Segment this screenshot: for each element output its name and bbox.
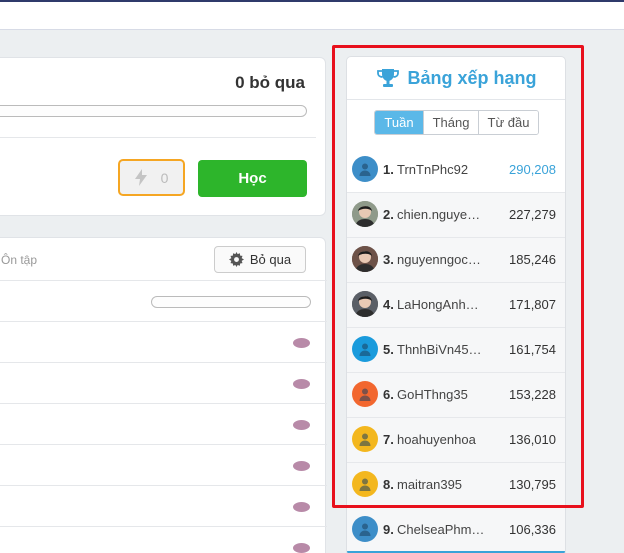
leaderboard-list: 1. TrnTnPhc92 290,208 2. chien.nguye… 227,279… (347, 148, 565, 553)
boost-count: 0 (160, 169, 169, 186)
user-photo-avatar[interactable] (352, 246, 378, 272)
divider (0, 403, 327, 404)
divider (0, 485, 327, 486)
top-bar-accent (0, 0, 624, 2)
leaderboard-username[interactable]: LaHongAnh… (397, 297, 497, 312)
leaderboard-rank: 8. (383, 477, 394, 492)
divider (0, 444, 327, 445)
leaderboard-score: 290,208 (509, 162, 556, 177)
leaderboard-score: 153,228 (509, 387, 556, 402)
user-photo-avatar[interactable] (352, 201, 378, 227)
tab-month[interactable]: Tháng (423, 111, 478, 134)
leaderboard-header: Bảng xếp hạng (347, 57, 565, 99)
progress-card: 0 bỏ qua 0 Học (0, 57, 326, 216)
leaderboard-tabs: Tuần Tháng Từ đầu (374, 110, 539, 135)
leaderboard-title: Bảng xếp hạng (407, 67, 537, 88)
leaderboard-score: 106,336 (509, 522, 556, 537)
top-bar (0, 0, 624, 30)
review-item-dot[interactable] (293, 420, 310, 430)
leaderboard-score: 136,010 (509, 432, 556, 447)
leaderboard-row[interactable]: 6. GoHThng35 153,228 (347, 373, 565, 418)
leaderboard-rank: 7. (383, 432, 394, 447)
divider (0, 526, 327, 527)
leaderboard-username[interactable]: ThnhBiVn45… (397, 342, 497, 357)
leaderboard-row[interactable]: 8. maitran395 130,795 (347, 463, 565, 508)
lightning-icon (134, 169, 147, 186)
leaderboard-username[interactable]: ChelseaPhm… (397, 522, 497, 537)
leaderboard-score: 185,246 (509, 252, 556, 267)
divider (347, 99, 565, 100)
leaderboard-rank: 4. (383, 297, 394, 312)
leaderboard-username[interactable]: TrnTnPhc92 (397, 162, 497, 177)
review-label: Ôn tập (1, 253, 38, 267)
leaderboard-rank: 3. (383, 252, 394, 267)
leaderboard-score: 130,795 (509, 477, 556, 492)
leaderboard-row[interactable]: 1. TrnTnPhc92 290,208 (347, 148, 565, 193)
tab-all-time[interactable]: Từ đầu (478, 111, 538, 134)
leaderboard-row[interactable]: 4. LaHongAnh… 171,807 (347, 283, 565, 328)
tab-week[interactable]: Tuần (375, 111, 423, 134)
review-item-dot[interactable] (293, 502, 310, 512)
skip-count-label: 0 bỏ qua (235, 73, 305, 92)
leaderboard-rank: 5. (383, 342, 394, 357)
leaderboard-row[interactable]: 9. ChelseaPhm… 106,336 (347, 508, 565, 553)
leaderboard-row[interactable]: 3. nguyenngoc… 185,246 (347, 238, 565, 283)
leaderboard-rank: 2. (383, 207, 394, 222)
divider (0, 280, 327, 281)
divider (0, 321, 327, 322)
user-avatar-icon[interactable] (352, 426, 378, 452)
review-progress-bar (151, 296, 311, 308)
boost-button[interactable]: 0 (118, 159, 185, 196)
skip-button[interactable]: Bỏ qua (214, 246, 306, 273)
divider (0, 137, 316, 138)
review-card: Ôn tập Bỏ qua (0, 237, 327, 553)
leaderboard-username[interactable]: nguyenngoc… (397, 252, 497, 267)
user-avatar-icon[interactable] (352, 516, 378, 542)
leaderboard-rank: 6. (383, 387, 394, 402)
leaderboard-score: 161,754 (509, 342, 556, 357)
trophy-icon (377, 69, 400, 87)
leaderboard-row[interactable]: 5. ThnhBiVn45… 161,754 (347, 328, 565, 373)
leaderboard-username[interactable]: maitran395 (397, 477, 497, 492)
leaderboard-rank: 1. (383, 162, 394, 177)
user-avatar-icon[interactable] (352, 381, 378, 407)
user-photo-avatar[interactable] (352, 291, 378, 317)
skip-button-label: Bỏ qua (249, 252, 292, 267)
review-item-dot[interactable] (293, 379, 310, 389)
leaderboard-panel: Bảng xếp hạng Tuần Tháng Từ đầu 1. TrnTnP… (346, 56, 566, 553)
leaderboard-row[interactable]: 7. hoahuyenhoa 136,010 (347, 418, 565, 463)
leaderboard-row[interactable]: 2. chien.nguye… 227,279 (347, 193, 565, 238)
user-avatar-icon[interactable] (352, 471, 378, 497)
review-item-dot[interactable] (293, 338, 310, 348)
review-item-dot[interactable] (293, 543, 310, 553)
review-item-dot[interactable] (293, 461, 310, 471)
leaderboard-score: 171,807 (509, 297, 556, 312)
progress-bar (0, 105, 307, 117)
leaderboard-username[interactable]: hoahuyenhoa (397, 432, 497, 447)
leaderboard-score: 227,279 (509, 207, 556, 222)
leaderboard-username[interactable]: GoHThng35 (397, 387, 497, 402)
user-avatar-icon[interactable] (352, 156, 378, 182)
gear-icon (228, 252, 244, 267)
leaderboard-username[interactable]: chien.nguye… (397, 207, 497, 222)
divider (0, 362, 327, 363)
user-avatar-icon[interactable] (352, 336, 378, 362)
leaderboard-rank: 9. (383, 522, 394, 537)
learn-button[interactable]: Học (198, 160, 307, 197)
